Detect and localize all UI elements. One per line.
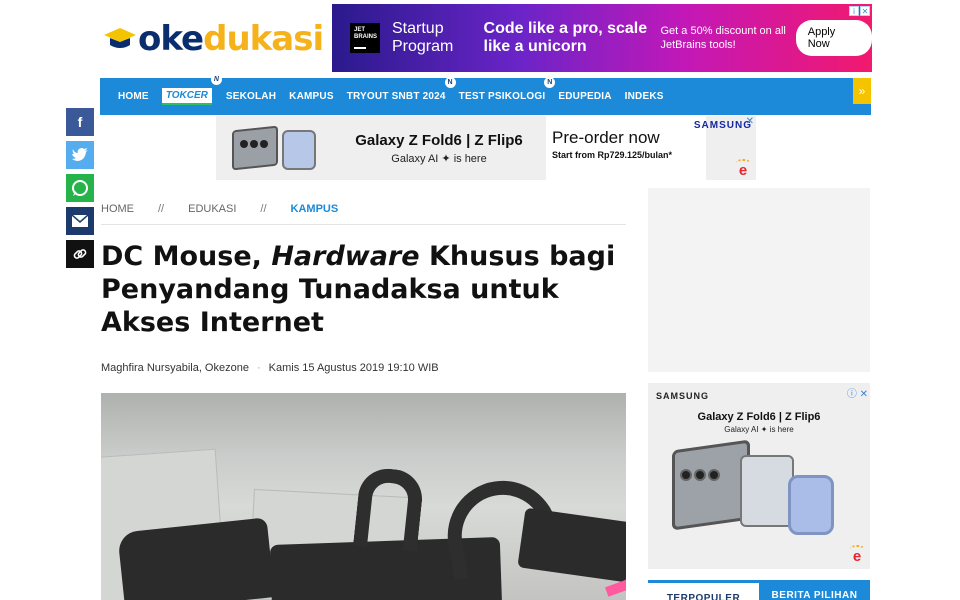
email-share-button[interactable] <box>66 207 94 235</box>
article-meta: Maghfira Nursyabila, Okezone · Kamis 15 … <box>101 362 439 374</box>
copy-link-button[interactable] <box>66 240 94 268</box>
nav-tokcer-label: TOKCER <box>165 90 208 101</box>
nav-tryout[interactable]: TRYOUT SNBT 2024 N <box>346 77 456 102</box>
whatsapp-icon <box>72 180 88 196</box>
ad-line-2: Code like a pro, scale like a unicorn <box>483 20 648 55</box>
ad-line-3: Get a 50% discount on all JetBrains tool… <box>660 25 786 51</box>
new-badge: N <box>544 77 556 88</box>
ad-close-icon[interactable]: ✕ <box>860 6 870 16</box>
jetbrains-logo: JET BRAINS <box>350 23 380 53</box>
sidebar-ad-brand: SAMSUNG <box>656 391 710 401</box>
nav-edupedia[interactable]: EDUPEDIA <box>558 91 611 102</box>
sidebar-tabs: TERPOPULER BERITA PILIHAN <box>648 580 870 600</box>
sidebar-ad-sub: Galaxy AI ✦ is here <box>724 425 794 434</box>
tab-terpopuler[interactable]: TERPOPULER <box>648 580 759 600</box>
twitter-share-button[interactable] <box>66 141 94 169</box>
ad-close-icon[interactable]: ✕ <box>746 116 754 127</box>
logo-text-dukasi: dukasi <box>203 19 324 59</box>
main-navigation: HOME TOKCER N SEKOLAH KAMPUS TRYOUT SNBT … <box>100 74 871 115</box>
nav-sekolah[interactable]: SEKOLAH <box>226 91 276 102</box>
envelope-icon <box>72 215 88 227</box>
breadcrumb-edukasi[interactable]: EDUKASI <box>188 203 236 224</box>
ad-choices-icon[interactable]: ⓘ ✕ <box>847 385 868 400</box>
samsung-brand: SAMSUNG <box>693 120 752 131</box>
samsung-sub: Galaxy AI ✦ is here <box>391 152 487 165</box>
samsung-ad-banner[interactable]: Galaxy Z Fold6 | Z Flip6 Galaxy AI ✦ is … <box>216 116 756 180</box>
facebook-icon: f <box>77 114 83 130</box>
jetbrains-ad-banner[interactable]: JET BRAINS Startup Program Code like a p… <box>332 4 872 72</box>
article-date: Kamis 15 Agustus 2019 19:10 WIB <box>268 362 439 374</box>
nav-test-psikologi-label: TEST PSIKOLOGI <box>458 91 546 102</box>
article-author[interactable]: Maghfira Nursyabila, Okezone <box>101 362 249 374</box>
nav-home[interactable]: HOME <box>118 91 149 102</box>
nav-kampus[interactable]: KAMPUS <box>289 91 334 102</box>
social-share-bar: f <box>66 108 94 268</box>
sidebar-ad-headline: Galaxy Z Fold6 | Z Flip6 <box>697 411 821 423</box>
sidebar-ad-placeholder <box>648 188 870 372</box>
new-badge: N <box>210 74 222 85</box>
ad-line-1: Startup Program <box>392 20 454 55</box>
nav-test-psikologi[interactable]: TEST PSIKOLOGI N <box>458 77 556 102</box>
meta-separator: · <box>256 362 261 374</box>
graduation-cap-icon <box>102 25 136 53</box>
breadcrumb-home[interactable]: HOME <box>101 203 134 224</box>
phones-image <box>226 120 326 176</box>
article-title: DC Mouse, Hardware Khusus bagi Penyandan… <box>101 240 631 339</box>
preorder-title: Pre-order now <box>552 128 660 147</box>
breadcrumb-separator: // <box>158 203 165 215</box>
link-icon <box>73 249 87 259</box>
site-logo[interactable]: oke dukasi <box>102 16 324 62</box>
whatsapp-share-button[interactable] <box>66 174 94 202</box>
sidebar-samsung-ad[interactable]: SAMSUNG Galaxy Z Fold6 | Z Flip6 Galaxy … <box>648 383 870 569</box>
nav-tokcer[interactable]: TOKCER N <box>161 74 222 105</box>
title-part-a: DC Mouse, <box>101 241 272 272</box>
ad-network-icon: e <box>734 159 752 180</box>
apply-now-button[interactable]: Apply Now <box>795 20 872 56</box>
samsung-headline: Galaxy Z Fold6 | Z Flip6 <box>355 131 523 149</box>
breadcrumb: HOME // EDUKASI // KAMPUS <box>101 203 626 225</box>
title-emphasis: Hardware <box>271 241 420 272</box>
twitter-icon <box>72 148 88 161</box>
logo-text-oke: oke <box>138 19 204 59</box>
preorder-price: Start from Rp729.125/bulan* <box>552 150 673 160</box>
new-badge: N <box>444 77 456 88</box>
tab-berita-pilihan[interactable]: BERITA PILIHAN <box>759 580 870 600</box>
ad-info-icon[interactable]: i <box>849 6 859 16</box>
breadcrumb-separator: // <box>260 203 267 215</box>
facebook-share-button[interactable]: f <box>66 108 94 136</box>
ad-network-icon: e <box>848 545 866 566</box>
nav-more-button[interactable]: » <box>853 78 871 104</box>
article-hero-image <box>101 393 626 600</box>
breadcrumb-kampus[interactable]: KAMPUS <box>291 203 339 224</box>
nav-tryout-label: TRYOUT SNBT 2024 <box>346 91 446 102</box>
ad-choices[interactable]: i ✕ <box>849 6 870 16</box>
nav-indeks[interactable]: INDEKS <box>625 91 664 102</box>
